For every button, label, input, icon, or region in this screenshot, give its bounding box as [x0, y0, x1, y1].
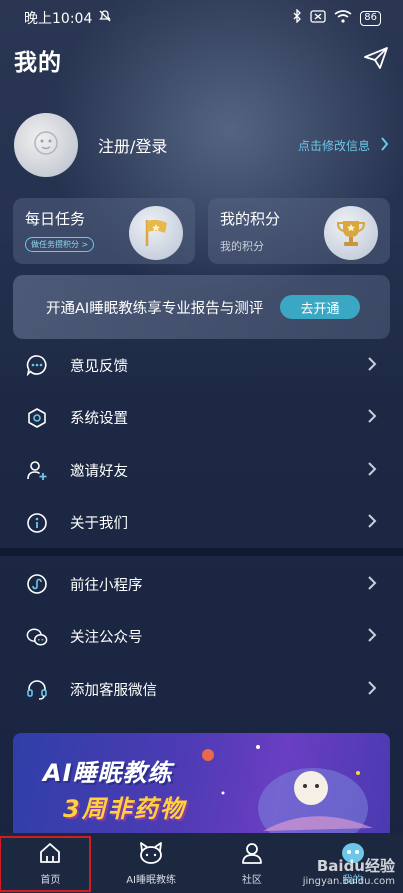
- menu-label-invite: 邀请好友: [70, 463, 128, 480]
- wechat-icon: [26, 626, 48, 648]
- battery-indicator: 86: [360, 10, 381, 26]
- section-divider: [0, 548, 403, 556]
- menu-group-2: 前往小程序 关注公众号 添加客服微信: [0, 558, 403, 716]
- menu-label-official-account: 关注公众号: [70, 630, 143, 647]
- chevron-right-icon: [380, 136, 389, 154]
- flag-icon: [129, 206, 183, 260]
- mini-program-icon: [26, 573, 48, 595]
- menu-item-settings[interactable]: 系统设置: [0, 392, 403, 445]
- menu-item-invite[interactable]: 邀请好友: [0, 444, 403, 497]
- headset-icon: [26, 678, 48, 700]
- feedback-icon: [26, 354, 48, 377]
- wifi-icon: [334, 9, 352, 27]
- menu-item-mini-program[interactable]: 前往小程序: [0, 558, 403, 611]
- tab-ai-coach-label: AI睡眠教练: [126, 874, 177, 886]
- daily-task-card[interactable]: 每日任务 做任务攒积分 >: [13, 198, 195, 264]
- invite-friend-icon: [26, 459, 48, 481]
- promo-title: AI睡眠教练: [43, 759, 173, 787]
- menu-label-mini-program: 前往小程序: [70, 577, 143, 594]
- menu-group-1: 意见反馈 系统设置 邀请好友 关于我们: [0, 339, 403, 549]
- tab-home-label: 首页: [40, 874, 61, 886]
- sim-icon: [310, 9, 326, 27]
- chevron-right-icon: [367, 680, 377, 699]
- watermark-url: jingyan.baidu.com: [302, 876, 395, 887]
- community-icon: [240, 841, 264, 868]
- home-icon: [38, 841, 62, 868]
- task-cards: 每日任务 做任务攒积分 > 我的积分 我的积分: [13, 198, 390, 264]
- menu-item-about[interactable]: 关于我们: [0, 497, 403, 550]
- menu-label-feedback: 意见反馈: [70, 358, 128, 375]
- chevron-right-icon: [367, 461, 377, 480]
- coach-icon: [137, 841, 165, 868]
- profile-row[interactable]: 注册/登录 点击修改信息: [14, 110, 389, 180]
- info-icon: [26, 512, 48, 534]
- earn-points-pill[interactable]: 做任务攒积分 >: [25, 237, 95, 252]
- vip-banner-text: 开通AI睡眠教练享专业报告与测评: [46, 300, 264, 317]
- settings-icon: [26, 407, 48, 429]
- trophy-icon: [324, 206, 378, 260]
- menu-label-settings: 系统设置: [70, 411, 128, 428]
- promo-banner[interactable]: AI睡眠教练 3周非药物: [13, 733, 390, 833]
- status-time: 晚上10:04: [24, 11, 93, 27]
- activate-button[interactable]: 去开通: [280, 295, 360, 319]
- watermark-brand: Baidu经验: [316, 857, 395, 875]
- tab-home[interactable]: 首页: [0, 833, 101, 893]
- send-icon[interactable]: [363, 46, 389, 74]
- chevron-right-icon: [367, 408, 377, 427]
- page-title: 我的: [14, 50, 62, 76]
- chevron-right-icon: [367, 627, 377, 646]
- menu-item-official-account[interactable]: 关注公众号: [0, 611, 403, 664]
- promo-subtitle: 3周非药物: [63, 795, 186, 823]
- tab-community[interactable]: 社区: [202, 833, 303, 893]
- bluetooth-icon: [292, 8, 302, 27]
- chevron-right-icon: [367, 575, 377, 594]
- my-points-card[interactable]: 我的积分 我的积分: [208, 198, 390, 264]
- edit-info-link[interactable]: 点击修改信息: [297, 136, 389, 154]
- watermark: Baidu经验 jingyan.baidu.com: [303, 855, 395, 887]
- menu-item-feedback[interactable]: 意见反馈: [0, 339, 403, 392]
- tab-ai-coach[interactable]: AI睡眠教练: [101, 833, 202, 893]
- chevron-right-icon: [367, 356, 377, 375]
- menu-label-customer-service: 添加客服微信: [70, 682, 157, 699]
- avatar[interactable]: [14, 113, 78, 177]
- vip-banner[interactable]: 开通AI睡眠教练享专业报告与测评 去开通: [13, 275, 390, 339]
- menu-label-about: 关于我们: [70, 516, 128, 533]
- menu-item-customer-service[interactable]: 添加客服微信: [0, 663, 403, 716]
- login-label[interactable]: 注册/登录: [98, 133, 298, 157]
- tab-community-label: 社区: [241, 874, 262, 886]
- status-bar: 晚上10:04 86: [0, 0, 403, 36]
- header: 我的: [14, 38, 389, 82]
- chevron-right-icon: [367, 513, 377, 532]
- edit-info-label: 点击修改信息: [297, 138, 370, 153]
- mute-icon: [98, 9, 112, 27]
